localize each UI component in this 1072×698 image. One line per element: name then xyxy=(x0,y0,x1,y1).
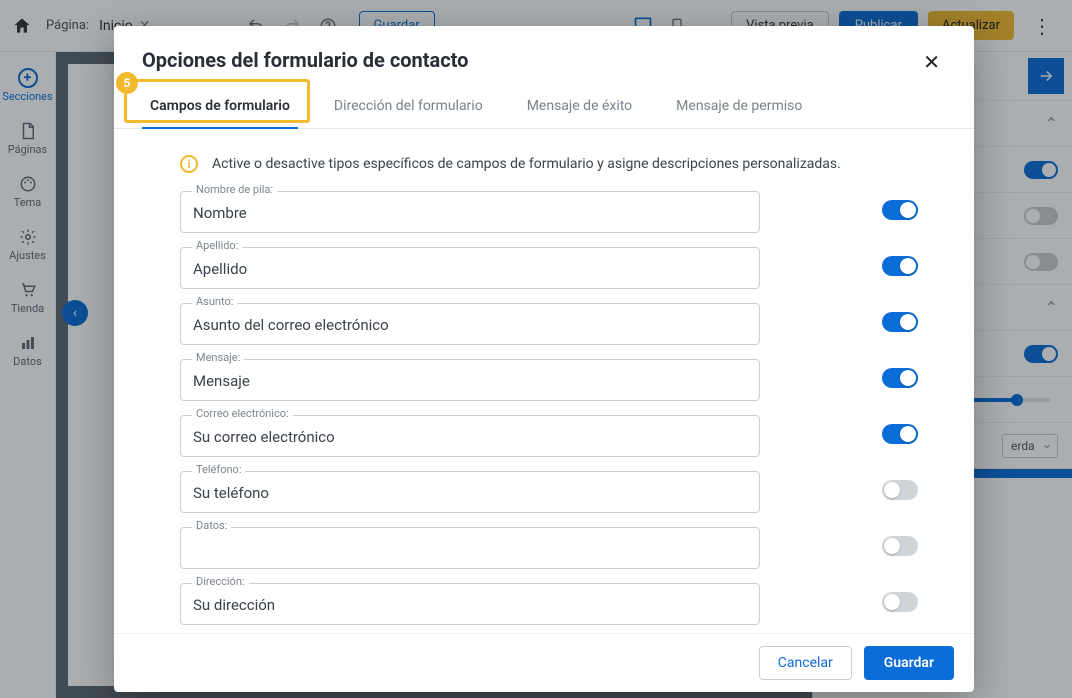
field-label: Teléfono: xyxy=(192,463,245,476)
field-toggle-nombre[interactable] xyxy=(882,200,918,220)
field-row-correo: Correo electrónico: xyxy=(180,415,956,457)
field-input-asunto[interactable] xyxy=(180,303,760,345)
field-label: Apellido: xyxy=(192,239,242,252)
field-toggle-asunto[interactable] xyxy=(882,312,918,332)
field-row-apellido: Apellido: xyxy=(180,247,956,289)
annotation-step-badge: 5 xyxy=(116,72,138,94)
field-input-datos[interactable] xyxy=(180,527,760,569)
field-row-telefono: Teléfono: xyxy=(180,471,956,513)
field-row-nombre: Nombre de pila: xyxy=(180,191,956,233)
field-label: Correo electrónico: xyxy=(192,407,293,420)
field-toggle-telefono[interactable] xyxy=(882,480,918,500)
field-row-direccion: Dirección: xyxy=(180,583,956,625)
modal-body: i Active o desactive tipos específicos d… xyxy=(114,129,974,633)
contact-form-options-modal: Opciones del formulario de contacto ✕ Ca… xyxy=(114,26,974,692)
modal-title: Opciones del formulario de contacto xyxy=(142,48,468,72)
field-input-mensaje[interactable] xyxy=(180,359,760,401)
field-label: Datos: xyxy=(192,519,231,532)
field-row-asunto: Asunto: xyxy=(180,303,956,345)
modal-header: Opciones del formulario de contacto ✕ xyxy=(114,26,974,84)
field-input-correo[interactable] xyxy=(180,415,760,457)
cancel-button[interactable]: Cancelar xyxy=(759,646,852,680)
field-toggle-direccion[interactable] xyxy=(882,592,918,612)
tab-permiso[interactable]: Mensaje de permiso xyxy=(668,84,810,128)
close-icon: ✕ xyxy=(923,50,940,74)
field-toggle-datos[interactable] xyxy=(882,536,918,556)
save-button[interactable]: Guardar xyxy=(864,646,954,680)
field-toggle-correo[interactable] xyxy=(882,424,918,444)
tab-exito[interactable]: Mensaje de éxito xyxy=(519,84,640,128)
field-input-direccion[interactable] xyxy=(180,583,760,625)
info-text: Active o desactive tipos específicos de … xyxy=(212,156,841,172)
modal-tabs: Campos de formulario Dirección del formu… xyxy=(114,84,974,129)
field-row-datos: Datos: xyxy=(180,527,956,569)
tab-campos[interactable]: Campos de formulario xyxy=(142,84,298,128)
field-label: Dirección: xyxy=(192,575,249,588)
field-toggle-mensaje[interactable] xyxy=(882,368,918,388)
field-label: Asunto: xyxy=(192,295,237,308)
modal-footer: Cancelar Guardar xyxy=(114,633,974,692)
field-input-telefono[interactable] xyxy=(180,471,760,513)
field-label: Mensaje: xyxy=(192,351,244,364)
field-label: Nombre de pila: xyxy=(192,183,277,196)
tab-direccion[interactable]: Dirección del formulario xyxy=(326,84,491,128)
field-toggle-apellido[interactable] xyxy=(882,256,918,276)
field-row-mensaje: Mensaje: xyxy=(180,359,956,401)
field-input-nombre[interactable] xyxy=(180,191,760,233)
info-icon: i xyxy=(180,155,198,173)
info-row: i Active o desactive tipos específicos d… xyxy=(180,155,956,173)
field-input-apellido[interactable] xyxy=(180,247,760,289)
modal-close-button[interactable]: ✕ xyxy=(917,48,946,76)
